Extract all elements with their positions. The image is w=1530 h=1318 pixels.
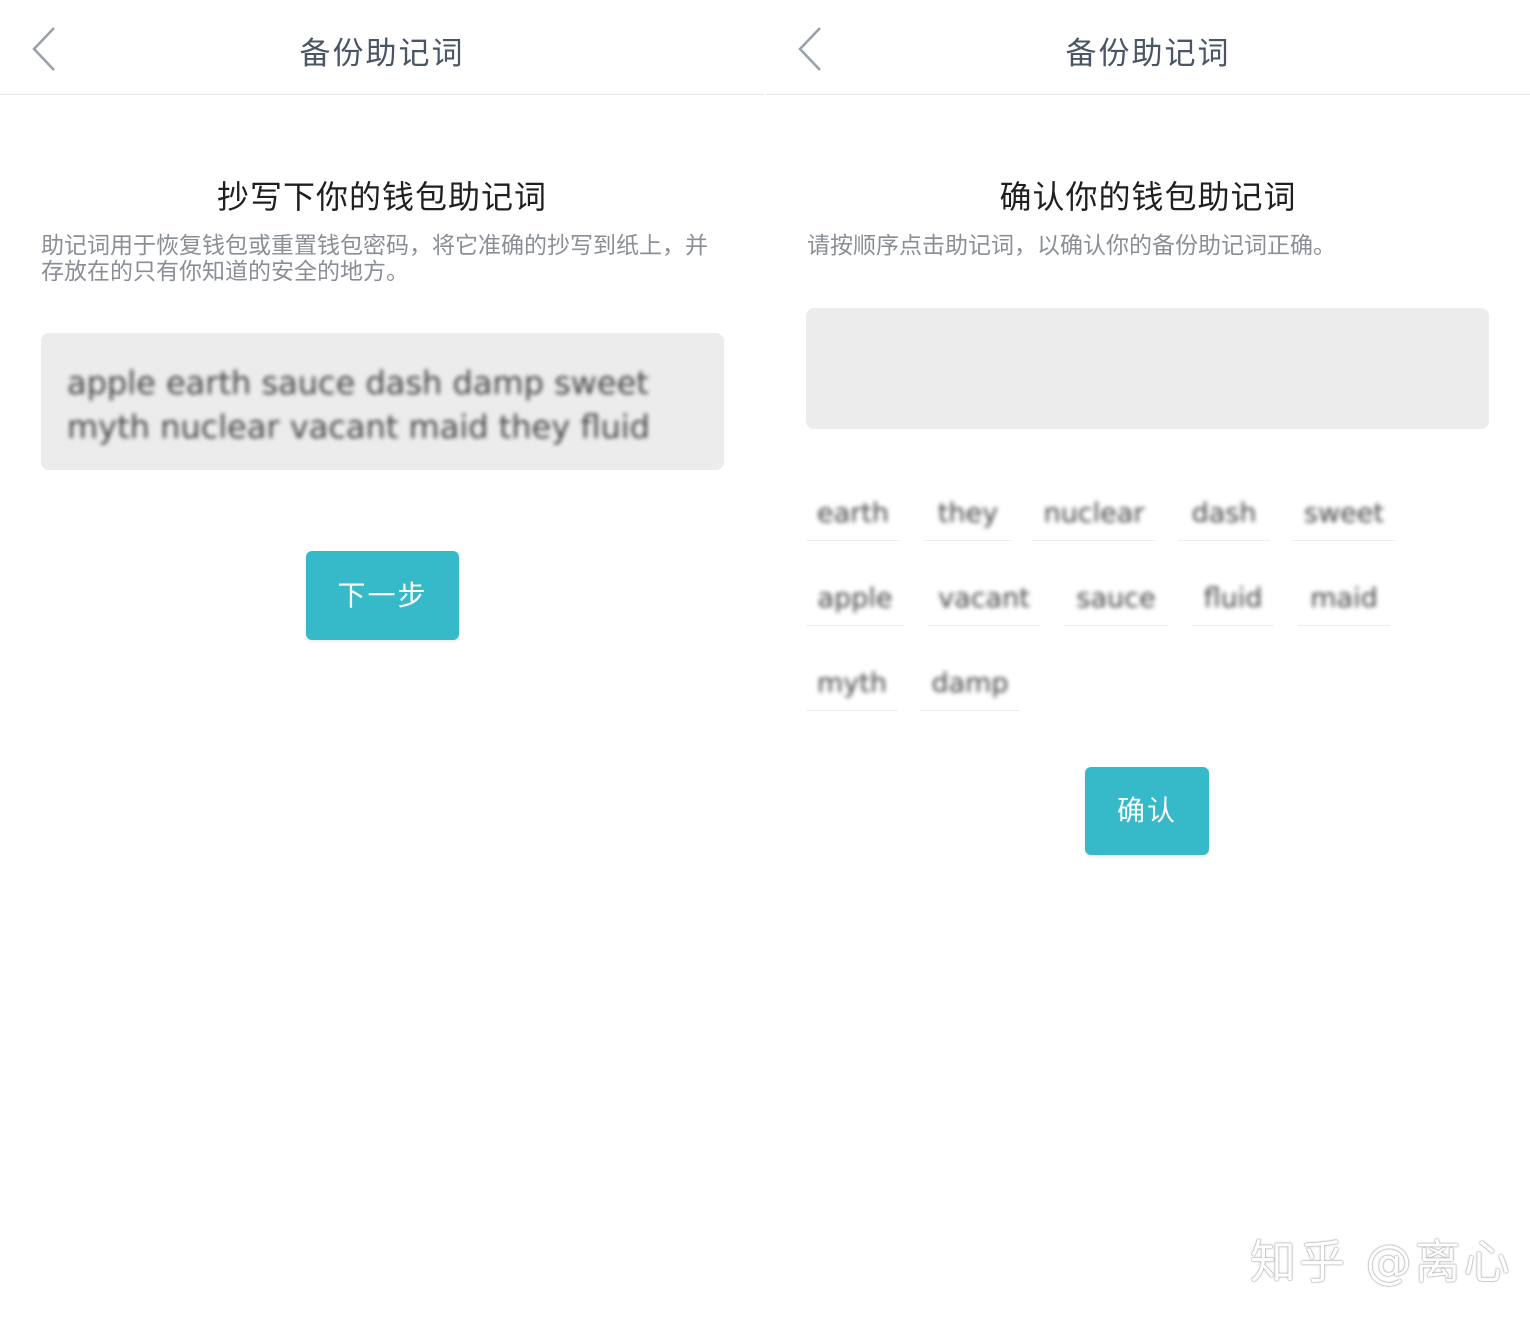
mnemonic-display: apple earth sauce dash damp sweet myth n…	[41, 333, 724, 470]
word-chip[interactable]: vacant	[928, 573, 1040, 626]
selected-words-area[interactable]	[806, 308, 1489, 429]
word-chip[interactable]: earth	[806, 488, 900, 541]
word-chip[interactable]: sweet	[1292, 488, 1396, 541]
section-heading: 确认你的钱包助记词	[999, 178, 1297, 216]
instruction-text: 请按顺序点击助记词，以确认你的备份助记词正确。	[807, 233, 1336, 259]
navbar: 备份助记词	[766, 0, 1530, 95]
word-chip[interactable]: fluid	[1192, 573, 1274, 626]
confirm-mnemonic-panel: 备份助记词 确认你的钱包助记词 请按顺序点击助记词，以确认你的备份助记词正确。 …	[766, 0, 1530, 1318]
word-chip[interactable]: maid	[1298, 573, 1390, 626]
section-heading: 抄写下你的钱包助记词	[216, 178, 547, 216]
instruction-text: 助记词用于恢复钱包或重置钱包密码，将它准确的抄写到纸上，并存放在的只有你知道的安…	[41, 233, 708, 285]
word-chip[interactable]: apple	[806, 573, 904, 626]
backup-mnemonic-panel: 备份助记词 抄写下你的钱包助记词 助记词用于恢复钱包或重置钱包密码，将它准确的抄…	[0, 0, 764, 1318]
word-chip[interactable]: dash	[1178, 488, 1270, 541]
word-chip[interactable]: sauce	[1064, 573, 1168, 626]
mnemonic-words: apple earth sauce dash damp sweet myth n…	[67, 364, 650, 446]
word-chip[interactable]: they	[924, 488, 1012, 541]
page-title: 备份助记词	[1065, 36, 1231, 72]
confirm-button[interactable]: 确认	[1085, 767, 1209, 855]
word-chip[interactable]: nuclear	[1032, 488, 1156, 541]
next-button[interactable]: 下一步	[306, 551, 459, 640]
word-chip[interactable]: myth	[806, 658, 898, 711]
page-title: 备份助记词	[299, 36, 465, 72]
word-chip[interactable]: damp	[920, 658, 1020, 711]
navbar: 备份助记词	[0, 0, 764, 95]
watermark: 知乎 @离心	[1250, 1235, 1513, 1289]
